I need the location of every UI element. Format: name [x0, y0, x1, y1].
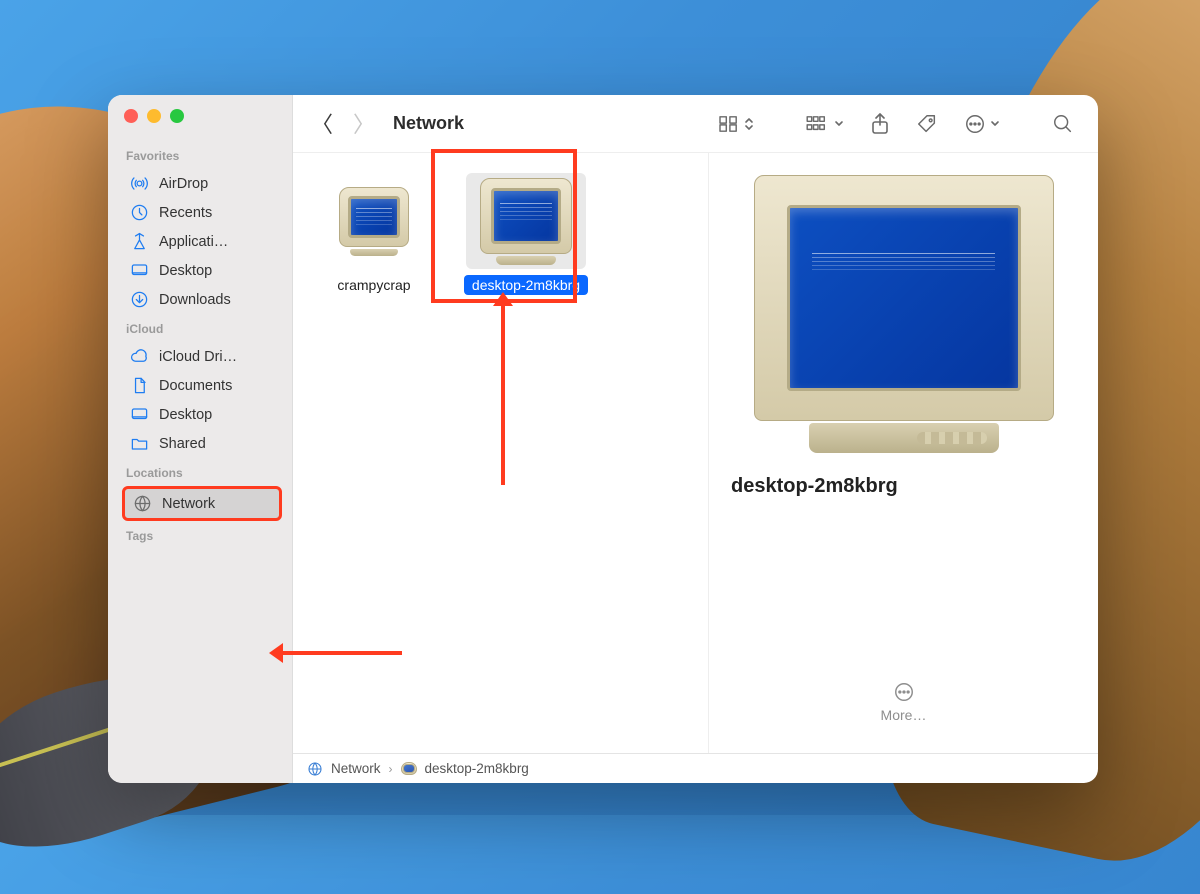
sidebar-item-desktop-icloud[interactable]: Desktop: [122, 400, 282, 429]
search-button[interactable]: [1046, 109, 1080, 139]
preview-more-label: More…: [881, 707, 927, 723]
pathbar-leaf[interactable]: desktop-2m8kbrg: [425, 761, 529, 776]
minimize-window-button[interactable]: [147, 109, 161, 123]
finder-window: Favorites AirDrop Recents Applicati… Des…: [108, 95, 1098, 783]
sidebar-item-label: Network: [162, 496, 215, 512]
back-button[interactable]: 〈: [311, 112, 333, 136]
main-pane: 〈 〉 Network: [293, 95, 1098, 783]
chevron-right-icon: ›: [389, 762, 393, 776]
sidebar-section-tags: Tags: [126, 529, 282, 543]
sidebar-item-label: Shared: [159, 436, 206, 452]
network-computer-item-selected[interactable]: desktop-2m8kbrg: [459, 173, 593, 295]
close-window-button[interactable]: [124, 109, 138, 123]
sidebar-item-icloud-drive[interactable]: iCloud Dri…: [122, 342, 282, 371]
airdrop-icon: [130, 174, 149, 193]
computer-icon: [466, 173, 586, 269]
sidebar-item-label: iCloud Dri…: [159, 349, 237, 365]
computer-icon: [401, 761, 417, 777]
sidebar-item-airdrop[interactable]: AirDrop: [122, 169, 282, 198]
share-button[interactable]: [864, 109, 896, 139]
clock-icon: [130, 203, 149, 222]
toolbar: 〈 〉 Network: [293, 95, 1098, 153]
desktop-icon: [130, 261, 149, 280]
sidebar-item-documents[interactable]: Documents: [122, 371, 282, 400]
sidebar-item-label: AirDrop: [159, 176, 208, 192]
applications-icon: [130, 232, 149, 251]
nav-arrows: 〈 〉: [311, 112, 375, 136]
network-computer-item[interactable]: crampycrap: [307, 173, 441, 295]
downloads-icon: [130, 290, 149, 309]
pathbar-root[interactable]: Network: [331, 761, 381, 776]
path-bar[interactable]: Network › desktop-2m8kbrg: [293, 753, 1098, 783]
sidebar-item-label: Applicati…: [159, 234, 228, 250]
shared-folder-icon: [130, 434, 149, 453]
sidebar-item-network[interactable]: Network: [122, 486, 282, 521]
computer-icon: [314, 173, 434, 269]
tags-button[interactable]: [910, 109, 944, 139]
preview-pane: desktop-2m8kbrg More…: [708, 153, 1098, 753]
cloud-icon: [130, 347, 149, 366]
globe-icon: [133, 494, 152, 513]
group-by-button[interactable]: [800, 111, 850, 137]
document-icon: [130, 376, 149, 395]
forward-button[interactable]: 〉: [353, 112, 375, 136]
sidebar-item-desktop[interactable]: Desktop: [122, 256, 282, 285]
preview-item-name: desktop-2m8kbrg: [731, 475, 898, 498]
sidebar-item-label: Desktop: [159, 407, 212, 423]
sidebar-section-favorites: Favorites: [126, 149, 282, 163]
desktop-icon: [130, 405, 149, 424]
sidebar-item-label: Recents: [159, 205, 212, 221]
sidebar-item-applications[interactable]: Applicati…: [122, 227, 282, 256]
view-mode-button[interactable]: [712, 111, 760, 137]
item-label: desktop-2m8kbrg: [464, 275, 588, 295]
globe-icon: [307, 761, 323, 777]
zoom-window-button[interactable]: [170, 109, 184, 123]
sidebar-item-recents[interactable]: Recents: [122, 198, 282, 227]
window-title: Network: [393, 113, 464, 134]
action-menu-button[interactable]: [958, 109, 1006, 139]
icon-grid[interactable]: crampycrap desktop-2m8kbrg: [293, 153, 708, 753]
sidebar-item-shared[interactable]: Shared: [122, 429, 282, 458]
sidebar: Favorites AirDrop Recents Applicati… Des…: [108, 95, 293, 783]
item-label: crampycrap: [329, 275, 418, 295]
window-controls: [124, 109, 282, 123]
sidebar-section-locations: Locations: [126, 466, 282, 480]
annotation-arrow-to-item: [501, 305, 505, 485]
content-area: crampycrap desktop-2m8kbrg deskt: [293, 153, 1098, 753]
sidebar-section-icloud: iCloud: [126, 322, 282, 336]
sidebar-item-label: Downloads: [159, 292, 231, 308]
sidebar-item-label: Documents: [159, 378, 232, 394]
preview-computer-icon: [754, 175, 1054, 453]
sidebar-item-label: Desktop: [159, 263, 212, 279]
sidebar-item-downloads[interactable]: Downloads: [122, 285, 282, 314]
preview-more-button[interactable]: More…: [881, 681, 927, 723]
